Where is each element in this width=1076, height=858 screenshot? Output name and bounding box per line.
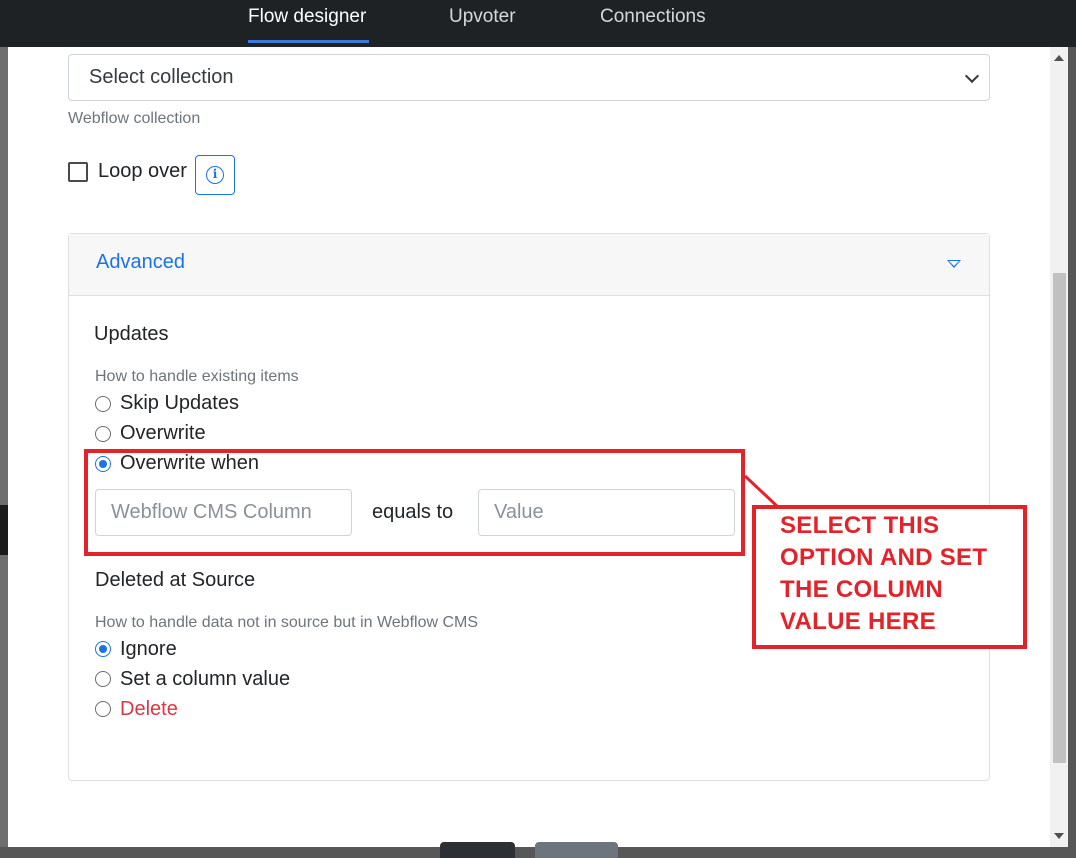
chevron-down-icon [964, 68, 980, 84]
radio-overwrite[interactable] [95, 426, 111, 442]
modal-dialog: Select collection Webflow collection Loo… [8, 47, 1050, 847]
tab-connections[interactable]: Connections [600, 6, 706, 28]
radio-overwrite-label: Overwrite [120, 422, 206, 444]
annotation-highlight-box [84, 449, 745, 556]
background-button [440, 842, 515, 858]
tab-flow-designer[interactable]: Flow designer [248, 6, 366, 28]
updates-help-text: How to handle existing items [95, 368, 299, 385]
radio-set-column-value-label: Set a column value [120, 668, 291, 690]
loop-over-label: Loop over [98, 160, 187, 182]
radio-ignore-label: Ignore [120, 638, 177, 660]
scrollbar-thumb[interactable] [1053, 273, 1066, 763]
advanced-title: Advanced [96, 251, 185, 273]
deleted-help-text: How to handle data not in source but in … [95, 614, 479, 631]
caret-down-icon [947, 260, 961, 268]
radio-ignore[interactable] [95, 641, 111, 657]
collection-select-value: Select collection [89, 66, 234, 88]
scroll-up-icon[interactable] [1054, 55, 1064, 61]
active-tab-indicator [248, 40, 369, 43]
updates-title: Updates [94, 323, 169, 345]
advanced-accordion-header[interactable]: Advanced [69, 234, 989, 296]
background-fragment [0, 505, 8, 555]
loop-over-checkbox[interactable] [68, 162, 88, 182]
top-navbar: Flow designer Upvoter Connections [0, 0, 1076, 47]
collection-helper-text: Webflow collection [68, 110, 201, 127]
info-button[interactable]: i [195, 155, 235, 195]
radio-skip-updates[interactable] [95, 396, 111, 412]
tab-upvoter[interactable]: Upvoter [449, 6, 516, 28]
scroll-down-icon[interactable] [1054, 833, 1064, 839]
radio-delete[interactable] [95, 701, 111, 717]
radio-delete-label: Delete [120, 698, 178, 720]
background-button [535, 842, 618, 858]
deleted-at-source-title: Deleted at Source [95, 569, 256, 591]
background-overlay-left [0, 47, 8, 858]
radio-set-column-value[interactable] [95, 671, 111, 687]
radio-skip-updates-label: Skip Updates [120, 392, 239, 414]
collection-select[interactable]: Select collection [68, 54, 990, 101]
annotation-callout-text: SELECT THIS OPTION AND SET THE COLUMN VA… [780, 512, 988, 635]
modal-scrollbar[interactable] [1050, 47, 1068, 847]
info-icon: i [206, 166, 224, 184]
